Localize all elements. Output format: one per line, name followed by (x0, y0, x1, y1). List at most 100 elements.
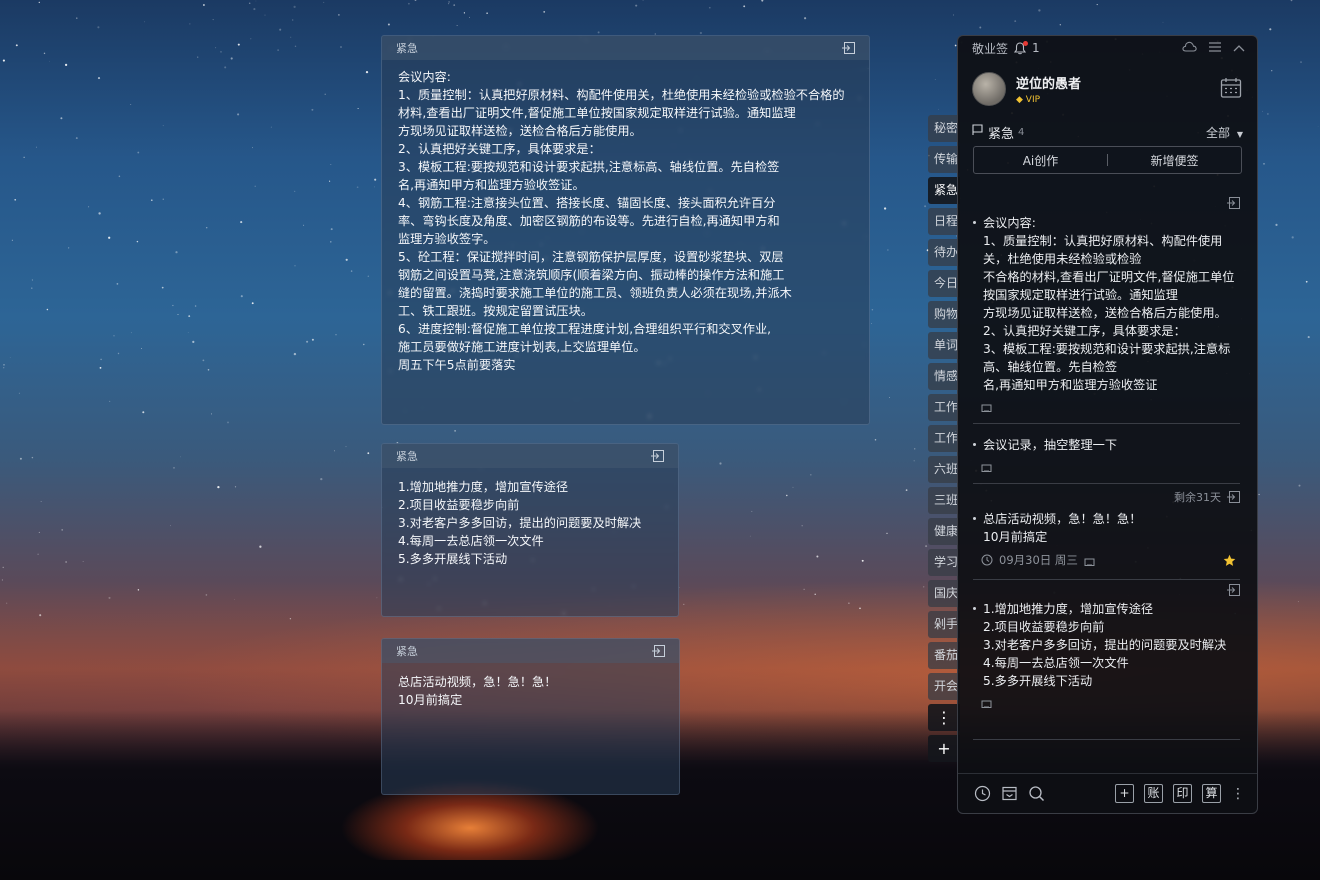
account-button[interactable]: 账 (1144, 784, 1163, 803)
star (324, 93, 326, 95)
list-item[interactable]: 会议记录，抽空整理一下 (973, 424, 1240, 484)
star (65, 561, 67, 563)
star (108, 236, 111, 239)
more-tabs-button[interactable]: ⋮ (928, 704, 960, 731)
group-tab[interactable]: 番茄 (928, 642, 960, 669)
caret-down-icon: ▼ (1236, 129, 1243, 139)
add-icon[interactable]: + (1115, 784, 1134, 803)
calendar-icon[interactable] (1219, 76, 1243, 100)
star (952, 14, 954, 16)
note-content[interactable]: 1.增加地推力度，增加宣传途径 2.项目收益要稳步向前 3.对老客户多多回访，提… (382, 468, 678, 578)
user-name: 逆位的愚者 (1016, 77, 1082, 92)
note-content[interactable]: 总店活动视频，急！急！急！ 10月前搞定 (382, 663, 679, 719)
star (1290, 0, 1293, 2)
app-title: 敬业签 (972, 41, 1009, 56)
lock-icon[interactable] (981, 461, 992, 472)
chevron-up-icon[interactable] (1233, 41, 1245, 55)
group-tab[interactable]: 开会 (928, 673, 960, 700)
cloud-sync-icon[interactable] (1182, 41, 1197, 55)
star (751, 510, 753, 512)
star (254, 185, 256, 187)
star (323, 1, 325, 3)
note-card[interactable]: 紧急 会议内容: 1、质量控制：认真把好原材料、构配件使用关，杜绝使用未经检验或… (381, 35, 870, 425)
group-tab[interactable]: 待办 (928, 239, 960, 266)
item-footer (973, 454, 1240, 478)
star (803, 588, 805, 590)
group-tab[interactable]: 情感 (928, 363, 960, 390)
exit-icon[interactable] (1227, 197, 1240, 209)
star (345, 258, 348, 261)
group-tab[interactable]: 传输 (928, 146, 960, 173)
menu-icon[interactable] (1209, 41, 1221, 55)
filter-dropdown[interactable]: 全部 ▼ (1206, 124, 1243, 141)
star (248, 2, 251, 5)
group-tab[interactable]: 工作 (928, 425, 960, 452)
star (31, 456, 34, 459)
star (934, 79, 936, 80)
print-button[interactable]: 印 (1173, 784, 1192, 803)
group-selector[interactable]: 紧急 4 全部 ▼ (958, 118, 1257, 146)
note-card[interactable]: 紧急 1.增加地推力度，增加宣传途径 2.项目收益要稳步向前 3.对老客户多多回… (381, 443, 679, 617)
more-icon[interactable]: ⋮ (1231, 786, 1245, 802)
group-tab[interactable]: 购物 (928, 301, 960, 328)
group-tab[interactable]: 健康 (928, 518, 960, 545)
star (871, 309, 874, 311)
group-tab[interactable]: 日程 (928, 208, 960, 235)
note-header[interactable]: 紧急 (382, 36, 869, 60)
list-item[interactable]: 会议内容: 1、质量控制：认真把好原材料、构配件使用关，杜绝使用未经检验或检验 … (973, 192, 1240, 424)
star (861, 559, 864, 562)
ai-create-button[interactable]: Ai创作 (974, 152, 1107, 169)
note-content[interactable]: 会议内容: 1、质量控制：认真把好原材料、构配件使用关，杜绝使用未经检验或检验不… (382, 60, 869, 382)
group-tab[interactable]: 秘密 (928, 115, 960, 142)
star (11, 239, 13, 241)
star (40, 501, 42, 503)
exit-icon[interactable] (651, 450, 664, 462)
group-tab[interactable]: 国庆 (928, 580, 960, 607)
exit-icon[interactable] (1227, 491, 1240, 503)
star (1297, 601, 1299, 603)
exit-icon[interactable] (842, 42, 855, 54)
star (338, 14, 340, 16)
star-icon[interactable] (1223, 554, 1236, 567)
search-icon[interactable] (1028, 785, 1045, 802)
star (1298, 484, 1301, 487)
bell-icon[interactable] (1013, 40, 1029, 55)
avatar[interactable] (972, 72, 1006, 106)
star (340, 46, 342, 48)
star (3, 367, 5, 369)
user-profile[interactable]: 逆位的愚者 ◆ VIP (958, 60, 1257, 118)
star (46, 308, 49, 311)
group-tab[interactable]: 今日 (928, 270, 960, 297)
star (97, 77, 101, 80)
list-item[interactable]: 1.增加地推力度，增加宣传途径 2.项目收益要稳步向前 3.对老客户多多回访，提… (973, 580, 1240, 740)
lock-icon[interactable] (1084, 555, 1095, 566)
group-tab[interactable]: 单词 (928, 332, 960, 359)
exit-icon[interactable] (652, 645, 665, 657)
diamond-icon: ◆ (1016, 95, 1023, 105)
group-tab[interactable]: 六班 (928, 456, 960, 483)
star (290, 36, 292, 38)
star (259, 545, 262, 548)
archive-icon[interactable] (1001, 785, 1018, 802)
history-icon[interactable] (974, 785, 991, 802)
lock-icon[interactable] (981, 697, 992, 708)
item-text: 1.增加地推力度，增加宣传途径 2.项目收益要稳步向前 3.对老客户多多回访，提… (973, 600, 1240, 690)
note-card[interactable]: 紧急 总店活动视频，急！急！急！ 10月前搞定 (381, 638, 680, 795)
star (463, 12, 466, 14)
star (303, 224, 305, 226)
add-group-button[interactable]: + (928, 735, 960, 762)
star (597, 31, 600, 34)
lock-icon[interactable] (981, 401, 992, 412)
exit-icon[interactable] (1227, 584, 1240, 596)
note-header[interactable]: 紧急 (382, 444, 678, 468)
list-item[interactable]: 剩余31天 总店活动视频，急！急！急！ 10月前搞定 09月30日 周三 (973, 484, 1240, 580)
group-tab[interactable]: 学习 (928, 549, 960, 576)
new-note-button[interactable]: 新增便签 (1108, 152, 1241, 169)
group-tab-active[interactable]: 紧急 (928, 177, 960, 204)
group-tab[interactable]: 剁手 (928, 611, 960, 638)
group-tab[interactable]: 三班 (928, 487, 960, 514)
calculator-button[interactable]: 算 (1202, 784, 1221, 803)
group-tab[interactable]: 工作 (928, 394, 960, 421)
note-header[interactable]: 紧急 (382, 639, 679, 663)
star (816, 555, 819, 558)
